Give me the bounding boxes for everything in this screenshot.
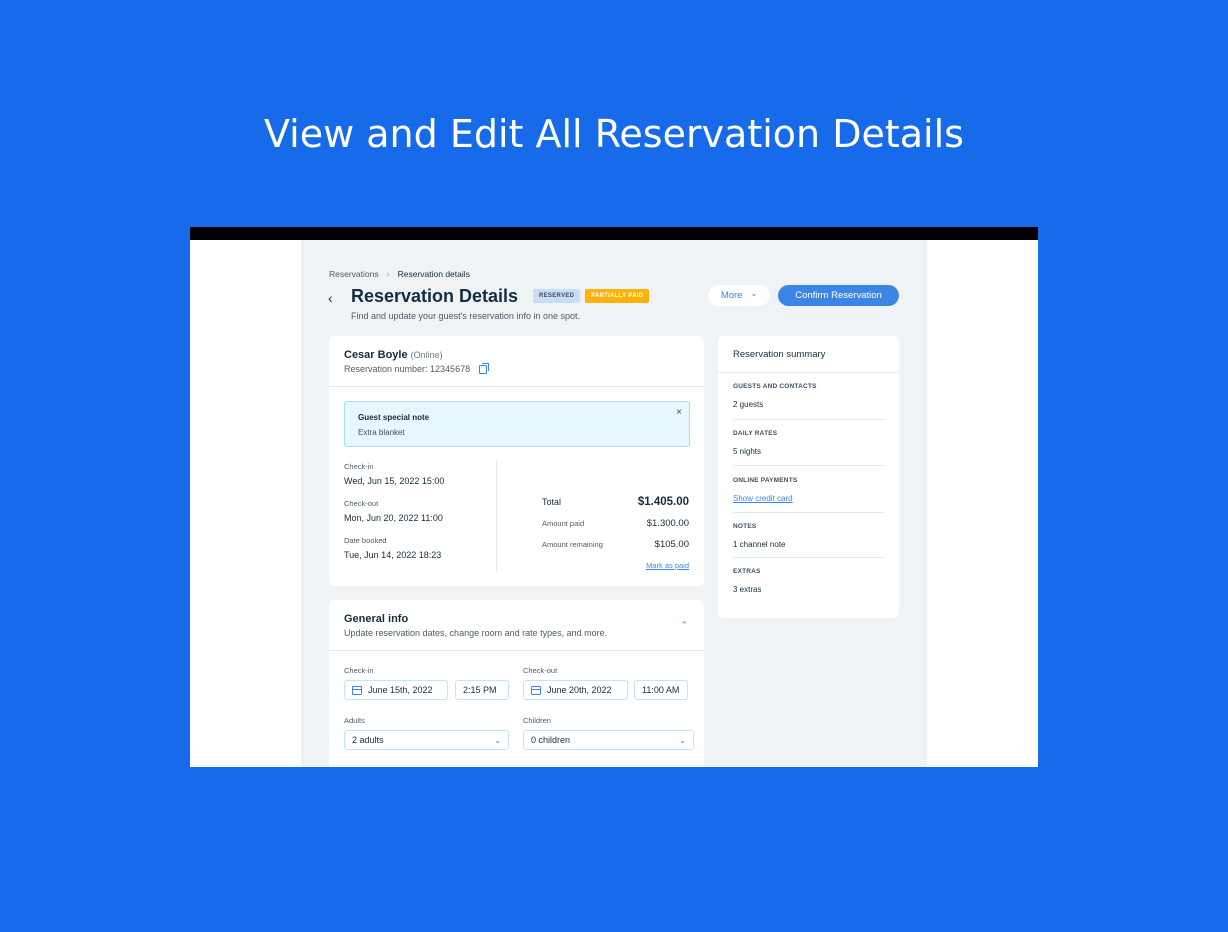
summary-section-value: 5 nights [733, 447, 762, 456]
divider [733, 465, 884, 466]
payment-totals: Total $1.405.00 Amount paid $1.300.00 Am… [542, 496, 689, 560]
checkin-time-value: 2:15 PM [463, 685, 497, 695]
amount-paid-row: Amount paid $1.300.00 [542, 518, 689, 529]
dates-list: Check-in Wed, Jun 15, 2022 15:00 Check-o… [344, 462, 444, 573]
chevron-down-icon: ⌄ [494, 735, 501, 745]
summary-section-head: ONLINE PAYMENTS [733, 477, 798, 484]
date-label: Check-in [344, 462, 374, 471]
children-label: Children [523, 716, 551, 725]
reservation-summary-card: Reservation summary GUESTS AND CONTACTS … [718, 336, 899, 618]
summary-guests: GUESTS AND CONTACTS 2 guests [733, 383, 884, 409]
summary-title: Reservation summary [733, 349, 826, 360]
app-window: Reservations › Reservation details ‹ Res… [190, 227, 1038, 767]
back-chevron-icon[interactable]: ‹ [328, 290, 333, 306]
app-canvas: Reservations › Reservation details ‹ Res… [301, 240, 927, 767]
divider [733, 512, 884, 513]
guest-name-text: Cesar Boyle [344, 349, 408, 361]
summary-section-head: GUESTS AND CONTACTS [733, 383, 817, 390]
amount-remaining-label: Amount remaining [542, 540, 603, 549]
summary-section-head: NOTES [733, 523, 757, 530]
summary-online-payments: ONLINE PAYMENTS Show credit card [733, 477, 884, 503]
window-top-bar [190, 227, 1038, 240]
general-info-card: General info Update reservation dates, c… [329, 600, 704, 767]
calendar-icon [531, 685, 541, 695]
checkout-label: Check-out [523, 666, 558, 675]
divider [329, 650, 704, 651]
divider [329, 386, 704, 387]
reservation-number: Reservation number: 12345678 [344, 362, 490, 374]
show-credit-card-link[interactable]: Show credit card [733, 494, 884, 503]
summary-section-head: EXTRAS [733, 568, 761, 575]
guest-note-title: Guest special note [358, 413, 430, 422]
total-row: Total $1.405.00 [542, 496, 689, 508]
amount-paid-label: Amount paid [542, 519, 585, 528]
amount-remaining-value: $105.00 [654, 539, 689, 550]
checkout-time-value: 11:00 AM [642, 685, 680, 695]
copy-icon[interactable] [479, 362, 490, 374]
guest-source: (Online) [410, 350, 443, 360]
checkin-date-value: June 15th, 2022 [368, 685, 433, 695]
divider [733, 419, 884, 420]
children-select[interactable]: 0 children ⌄ [523, 730, 694, 750]
chevron-down-icon: ⌄ [750, 288, 758, 298]
guest-note-text: Extra blanket [358, 428, 405, 437]
date-item-checkout: Check-out Mon, Jun 20, 2022 11:00 [344, 499, 444, 523]
checkin-date-field[interactable]: June 15th, 2022 [344, 680, 448, 700]
reservation-number-text: Reservation number: 12345678 [344, 364, 471, 374]
amount-paid-value: $1.300.00 [646, 518, 689, 529]
breadcrumb-reservations[interactable]: Reservations [329, 269, 379, 279]
guest-note: Guest special note Extra blanket × [344, 401, 690, 447]
breadcrumb-chevron-icon: › [386, 269, 390, 279]
calendar-icon [352, 685, 362, 695]
adults-select[interactable]: 2 adults ⌄ [344, 730, 509, 750]
general-info-title: General info [344, 613, 409, 625]
date-value: Wed, Jun 15, 2022 15:00 [344, 476, 445, 486]
guest-name: Cesar Boyle (Online) [344, 349, 443, 361]
summary-daily-rates: DAILY RATES 5 nights [733, 430, 884, 456]
status-badge-reserved: RESERVED [533, 289, 581, 303]
more-button[interactable]: More ⌄ [708, 285, 770, 306]
breadcrumb-current: Reservation details [397, 269, 470, 279]
vertical-divider [496, 460, 497, 572]
date-item-checkin: Check-in Wed, Jun 15, 2022 15:00 [344, 462, 444, 486]
checkout-time-field[interactable]: 11:00 AM [634, 680, 688, 700]
summary-notes: NOTES 1 channel note [733, 523, 884, 549]
divider [718, 372, 899, 373]
adults-label: Adults [344, 716, 365, 725]
more-button-label: More [720, 290, 743, 301]
date-label: Date booked [344, 536, 387, 545]
page-title: Reservation Details [351, 286, 519, 306]
checkout-date-field[interactable]: June 20th, 2022 [523, 680, 628, 700]
page-subtitle: Find and update your guest’s reservation… [351, 311, 580, 321]
chevron-up-icon[interactable]: ⌃ [680, 620, 688, 631]
checkin-label: Check-in [344, 666, 374, 675]
close-icon[interactable]: × [676, 407, 682, 418]
hero-title: View and Edit All Reservation Details [264, 112, 964, 156]
summary-section-value: 1 channel note [733, 540, 786, 549]
date-value: Tue, Jun 14, 2022 18:23 [344, 550, 442, 560]
breadcrumb: Reservations › Reservation details [329, 269, 470, 279]
adults-value: 2 adults [352, 735, 384, 745]
date-value: Mon, Jun 20, 2022 11:00 [344, 513, 443, 523]
summary-section-value: 3 extras [733, 585, 762, 594]
general-info-subtitle: Update reservation dates, change room an… [344, 628, 608, 638]
date-item-booked: Date booked Tue, Jun 14, 2022 18:23 [344, 536, 444, 560]
summary-section-head: DAILY RATES [733, 430, 778, 437]
summary-section-value: 2 guests [733, 400, 764, 409]
total-label: Total [542, 497, 562, 507]
children-value: 0 children [531, 735, 571, 745]
chevron-down-icon: ⌄ [679, 735, 686, 745]
checkin-time-field[interactable]: 2:15 PM [455, 680, 509, 700]
status-badge-partially-paid: PARTIALLY PAID [585, 289, 650, 303]
total-value: $1.405.00 [637, 496, 689, 508]
divider [733, 557, 884, 558]
mark-as-paid-link[interactable]: Mark as paid [646, 561, 689, 570]
confirm-reservation-button[interactable]: Confirm Reservation [778, 285, 899, 306]
summary-extras: EXTRAS 3 extras [733, 568, 884, 594]
guest-card: Cesar Boyle (Online) Reservation number:… [329, 336, 704, 586]
checkout-date-value: June 20th, 2022 [547, 685, 612, 695]
amount-remaining-row: Amount remaining $105.00 [542, 539, 689, 550]
date-label: Check-out [344, 499, 379, 508]
